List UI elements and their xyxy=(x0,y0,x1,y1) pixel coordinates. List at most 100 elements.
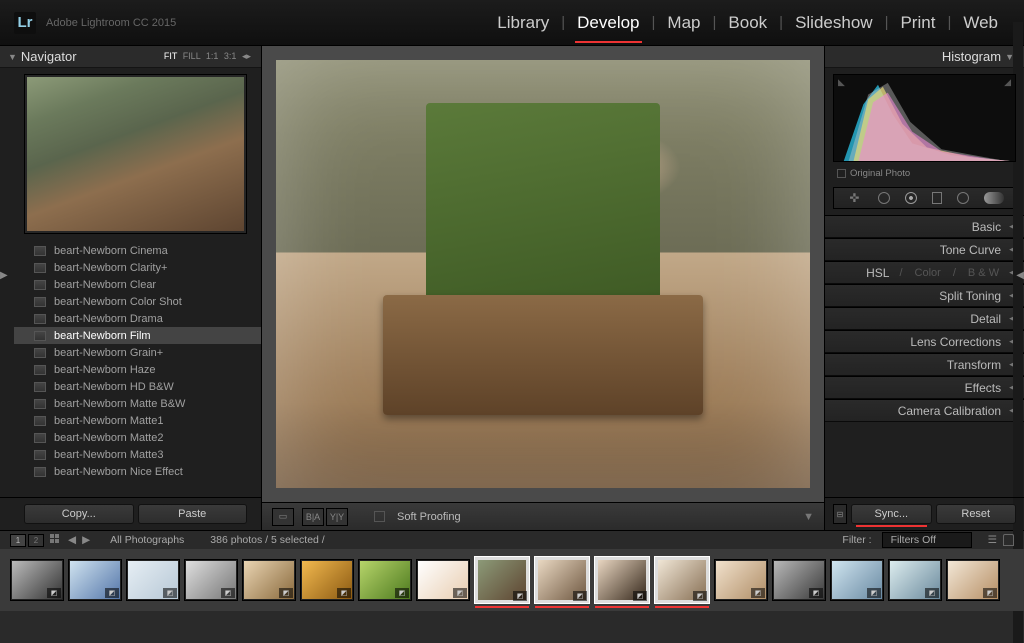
titlebar: Lr Adobe Lightroom CC 2015 Library | Dev… xyxy=(0,0,1024,46)
thumbnail[interactable]: ◩ xyxy=(714,559,768,601)
preset-item[interactable]: beart-Newborn Matte2 xyxy=(14,429,261,446)
module-print[interactable]: Print xyxy=(888,13,947,33)
original-photo-toggle[interactable]: Original Photo xyxy=(825,168,1024,183)
module-develop[interactable]: Develop xyxy=(565,13,651,33)
preset-item[interactable]: beart-Newborn Film xyxy=(14,327,261,344)
preset-item[interactable]: beart-Newborn Matte B&W xyxy=(14,395,261,412)
preset-item[interactable]: beart-Newborn Matte1 xyxy=(14,412,261,429)
navigator-zoom-controls[interactable]: FIT FILL 1:1 3:1 ◂▸ xyxy=(161,51,251,62)
left-buttons: Copy... Paste xyxy=(0,497,261,530)
navigator-header[interactable]: ▼ Navigator FIT FILL 1:1 3:1 ◂▸ xyxy=(0,46,261,68)
histogram-header[interactable]: Histogram ▼ xyxy=(825,46,1024,68)
thumbnail[interactable]: ◩ xyxy=(416,559,470,601)
thumbnail[interactable]: ◩ xyxy=(534,556,590,604)
thumbnail[interactable]: ◩ xyxy=(242,559,296,601)
filmstrip[interactable]: ◩◩◩◩◩◩◩◩◩◩◩◩◩◩◩◩◩ xyxy=(0,549,1024,611)
preset-item[interactable]: beart-Newborn Drama xyxy=(14,310,261,327)
thumbnail[interactable]: ◩ xyxy=(654,556,710,604)
sync-switch-icon[interactable]: ⊟ xyxy=(833,504,847,524)
module-slideshow[interactable]: Slideshow xyxy=(783,13,885,33)
thumbnail[interactable]: ◩ xyxy=(68,559,122,601)
filter-dropdown[interactable]: Filters Off xyxy=(882,532,972,548)
preset-item[interactable]: beart-Newborn Clarity+ xyxy=(14,259,261,276)
preset-item[interactable]: beart-Newborn HD B&W xyxy=(14,378,261,395)
reset-button[interactable]: Reset xyxy=(936,504,1017,524)
source-label[interactable]: All Photographs xyxy=(110,534,184,546)
module-book[interactable]: Book xyxy=(716,13,779,33)
adjustment-brush-icon[interactable] xyxy=(984,192,1004,204)
section-hsl[interactable]: HSL/ Color/ B & W◀ xyxy=(825,261,1024,284)
histogram-graph[interactable]: ◣ ◢ xyxy=(833,74,1016,162)
thumbnail[interactable]: ◩ xyxy=(474,556,530,604)
module-web[interactable]: Web xyxy=(951,13,1010,33)
module-picker: Library | Develop | Map | Book | Slidesh… xyxy=(485,13,1010,33)
preset-item[interactable]: beart-Newborn Color Shot xyxy=(14,293,261,310)
thumbnail[interactable]: ◩ xyxy=(10,559,64,601)
section-tonecurve[interactable]: Tone Curve◀ xyxy=(825,238,1024,261)
grid-view-icon[interactable] xyxy=(50,534,62,546)
right-panel: Histogram ▼ ◣ ◢ Original Photo Basic◀ xyxy=(824,46,1024,530)
filter-lock-icon[interactable] xyxy=(1003,534,1014,546)
thumbnail-badge-icon: ◩ xyxy=(105,588,119,598)
filmstrip-header: 1 2 ◀ ▶ All Photographs 386 photos / 5 s… xyxy=(0,530,1024,549)
thumbnail-badge-icon: ◩ xyxy=(513,591,527,601)
disclosure-down-icon: ▼ xyxy=(8,52,17,62)
thumbnail-badge-icon: ◩ xyxy=(163,588,177,598)
preset-item[interactable]: beart-Newborn Grain+ xyxy=(14,344,261,361)
preset-item[interactable]: beart-Newborn Cinema xyxy=(14,242,261,259)
section-transform[interactable]: Transform◀ xyxy=(825,353,1024,376)
thumbnail-badge-icon: ◩ xyxy=(573,591,587,601)
before-after-lr-icon[interactable]: B|A xyxy=(302,508,324,526)
before-after-split-icon[interactable]: Y|Y xyxy=(326,508,348,526)
thumbnail[interactable]: ◩ xyxy=(300,559,354,601)
module-library[interactable]: Library xyxy=(485,13,561,33)
section-detail[interactable]: Detail◀ xyxy=(825,307,1024,330)
filter-menu-icon[interactable]: ☰ xyxy=(988,534,997,546)
toolbar-more-icon[interactable]: ▼ xyxy=(803,511,814,523)
section-effects[interactable]: Effects◀ xyxy=(825,376,1024,399)
app-logo: Lr xyxy=(14,12,36,34)
nav-forward-icon[interactable]: ▶ xyxy=(82,534,90,546)
navigator-preview[interactable] xyxy=(24,74,247,234)
sync-button[interactable]: Sync... xyxy=(851,504,932,524)
soft-proofing-label: Soft Proofing xyxy=(397,511,461,523)
thumbnail[interactable]: ◩ xyxy=(830,559,884,601)
crop-tool-icon[interactable] xyxy=(845,190,863,206)
preset-item[interactable]: beart-Newborn Haze xyxy=(14,361,261,378)
shadow-clip-icon[interactable]: ◣ xyxy=(838,77,845,88)
thumbnail-badge-icon: ◩ xyxy=(693,591,707,601)
main-viewport[interactable] xyxy=(262,46,824,502)
section-basic[interactable]: Basic◀ xyxy=(825,215,1024,238)
section-splittoning[interactable]: Split Toning◀ xyxy=(825,284,1024,307)
section-lens[interactable]: Lens Corrections◀ xyxy=(825,330,1024,353)
radial-filter-icon[interactable] xyxy=(957,192,969,204)
loupe-view-icon[interactable]: ▭ xyxy=(272,508,294,526)
thumbnail-badge-icon: ◩ xyxy=(925,588,939,598)
graduated-filter-icon[interactable] xyxy=(932,192,942,204)
thumbnail-badge-icon: ◩ xyxy=(453,588,467,598)
section-calibration[interactable]: Camera Calibration◀ xyxy=(825,399,1024,422)
paste-button[interactable]: Paste xyxy=(138,504,248,524)
preset-item[interactable]: beart-Newborn Matte3 xyxy=(14,446,261,463)
thumbnail[interactable]: ◩ xyxy=(358,559,412,601)
panel-collapse-left-icon[interactable]: ▶ xyxy=(0,270,8,281)
thumbnail[interactable]: ◩ xyxy=(772,559,826,601)
monitor-switch[interactable]: 1 2 xyxy=(10,534,44,547)
soft-proofing-checkbox[interactable] xyxy=(374,511,385,522)
module-map[interactable]: Map xyxy=(655,13,712,33)
highlight-clip-icon[interactable]: ◢ xyxy=(1004,77,1011,88)
thumbnail[interactable]: ◩ xyxy=(126,559,180,601)
nav-back-icon[interactable]: ◀ xyxy=(68,534,76,546)
copy-button[interactable]: Copy... xyxy=(24,504,134,524)
thumbnail[interactable]: ◩ xyxy=(946,559,1000,601)
panel-collapse-right-icon[interactable]: ◀ xyxy=(1016,270,1024,281)
thumbnail-badge-icon: ◩ xyxy=(983,588,997,598)
spot-removal-icon[interactable] xyxy=(878,192,890,204)
preset-item[interactable]: beart-Newborn Nice Effect xyxy=(14,463,261,480)
redeye-tool-icon[interactable] xyxy=(905,192,917,204)
thumbnail[interactable]: ◩ xyxy=(184,559,238,601)
preset-item[interactable]: beart-Newborn Clear xyxy=(14,276,261,293)
thumbnail[interactable]: ◩ xyxy=(594,556,650,604)
thumbnail[interactable]: ◩ xyxy=(888,559,942,601)
left-panel: ▼ Navigator FIT FILL 1:1 3:1 ◂▸ beart-Ne… xyxy=(0,46,262,530)
